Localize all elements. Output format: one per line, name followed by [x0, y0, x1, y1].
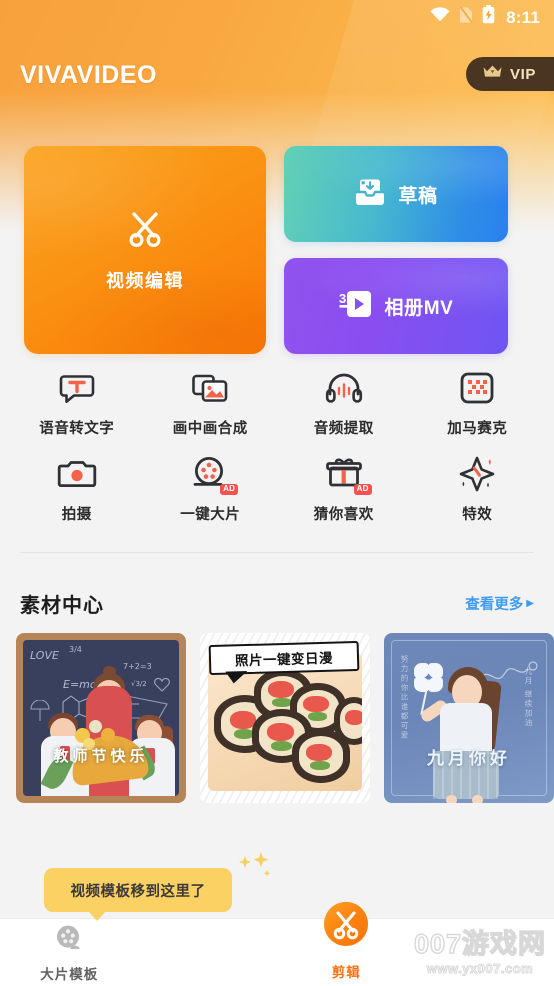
- material-card-caption: 照片一键变日漫: [234, 650, 334, 669]
- chalk-text: 3/4: [69, 645, 82, 654]
- feature-mosaic[interactable]: 加马赛克: [411, 368, 545, 438]
- chalk-text: 7+2=3: [123, 662, 152, 671]
- ad-badge: AD: [353, 484, 372, 495]
- feature-label: 特效: [462, 507, 493, 523]
- nav-label: 大片模板: [40, 966, 99, 982]
- feature-label: 加马赛克: [447, 421, 508, 437]
- film-reel-nav-icon: [54, 923, 84, 958]
- pinwheel-blade: [414, 677, 429, 692]
- video-edit-label: 视频编辑: [106, 271, 184, 291]
- scissors-icon: [124, 207, 166, 254]
- view-more-link[interactable]: 查看更多 ▶: [465, 593, 534, 614]
- app-title: VIVAVIDEO: [20, 60, 157, 89]
- album-mv-card[interactable]: 3 相册MV: [284, 258, 508, 354]
- anime-banner: 照片一键变日漫: [208, 640, 360, 676]
- feature-guess-you-like[interactable]: AD 猜你喜欢: [277, 454, 411, 524]
- pinwheel-blade: [428, 677, 443, 692]
- draft-tray-icon: [354, 176, 386, 213]
- wifi-icon: [430, 7, 450, 27]
- material-card-caption: 教师节快乐: [53, 748, 149, 765]
- sushi-roll: [334, 697, 362, 745]
- feature-effects[interactable]: 特效: [411, 454, 545, 524]
- tooltip-text: 视频模板移到这里了: [70, 883, 206, 900]
- nav-label: 剪辑: [331, 964, 361, 980]
- material-center-title: 素材中心: [20, 594, 104, 617]
- view-more-label: 查看更多: [465, 596, 524, 613]
- pinwheel-blade: [414, 663, 429, 678]
- material-card-anime-photo[interactable]: 照片一键变日漫: [200, 633, 370, 803]
- scissors-nav-icon: [323, 901, 369, 952]
- feature-audio-extract[interactable]: 音频提取: [277, 368, 411, 438]
- material-cards-row: LOVE 3/4 7+2=3 E=mc² √3/2 教师节快乐 照片一键变日漫 …: [0, 633, 554, 805]
- status-time: 8:11: [506, 7, 540, 27]
- tooltip-video-template-moved[interactable]: 视频模板移到这里了: [44, 868, 232, 921]
- material-center-header: 素材中心 查看更多 ▶: [0, 585, 554, 621]
- section-divider: [20, 552, 534, 553]
- chalk-text: √3/2: [131, 680, 147, 688]
- status-bar: 8:11: [0, 0, 554, 34]
- chalk-text: LOVE: [30, 649, 59, 662]
- bottom-navigation-bar: 大片模板 剪辑: [0, 901, 554, 986]
- sim-card-off-icon: [459, 6, 473, 29]
- sparkle-icon: [239, 852, 271, 877]
- draft-card[interactable]: 草稿: [284, 146, 508, 242]
- mosaic-icon: [457, 368, 497, 408]
- speech-to-text-icon: [57, 368, 97, 408]
- girl-leg: [446, 795, 457, 803]
- feature-label: 语音转文字: [39, 421, 115, 437]
- sparkle-effects-icon: [457, 454, 497, 494]
- side-text-left: 努力的你比谁都可爱: [400, 655, 409, 741]
- film-reel-icon: AD: [190, 454, 239, 495]
- nav-item-templates[interactable]: 大片模板: [0, 923, 139, 983]
- feature-label: 拍摄: [61, 507, 92, 523]
- girl-leg: [472, 795, 483, 803]
- material-card-teachers-day[interactable]: LOVE 3/4 7+2=3 E=mc² √3/2 教师节快乐: [16, 633, 186, 803]
- svg-text:3: 3: [339, 291, 346, 306]
- picture-in-picture-icon: [190, 368, 230, 408]
- album-mv-label: 相册MV: [384, 297, 454, 319]
- app-root: 8:11 VIVAVIDEO VIP 视频编辑 草稿 3 相册MV 语音转文字 …: [0, 0, 554, 986]
- blackboard-surface: LOVE 3/4 7+2=3 E=mc² √3/2 教师节快乐: [23, 640, 179, 796]
- headphones-audio-icon: [324, 368, 364, 408]
- video-edit-card[interactable]: 视频编辑: [24, 146, 266, 354]
- vip-button[interactable]: VIP: [466, 57, 554, 91]
- app-bar: VIVAVIDEO VIP: [0, 52, 554, 98]
- feature-label: 猜你喜欢: [313, 507, 374, 523]
- camera-icon: [57, 454, 97, 494]
- vip-label: VIP: [510, 65, 536, 83]
- feature-grid: 语音转文字 画中画合成 音频提取 加马赛克 拍摄 AD 一键大片 AD 猜你喜欢…: [0, 368, 554, 524]
- gift-icon: AD: [324, 454, 372, 495]
- feature-label: 音频提取: [313, 421, 374, 437]
- right-cards-column: 草稿 3 相册MV: [284, 146, 508, 354]
- battery-charging-icon: [482, 5, 495, 29]
- card-decoration: [284, 146, 508, 242]
- bouquet-flower: [101, 728, 115, 742]
- material-card-september[interactable]: 努力的你比谁都可爱 九月 继续加油 九月你好: [384, 633, 554, 803]
- chalk-heart-doodle: [154, 677, 170, 692]
- ad-badge: AD: [220, 484, 239, 495]
- feature-speech-to-text[interactable]: 语音转文字: [10, 368, 144, 438]
- 3d-video-icon: 3: [339, 289, 373, 324]
- feature-camera[interactable]: 拍摄: [10, 454, 144, 524]
- feature-label: 一键大片: [180, 507, 241, 523]
- pinwheel-blade: [428, 663, 443, 678]
- crown-icon: [482, 64, 503, 84]
- chevron-right-icon: ▶: [526, 597, 534, 609]
- main-action-cards: 视频编辑 草稿 3 相册MV: [0, 146, 554, 354]
- material-card-caption: 九月你好: [427, 749, 511, 768]
- feature-picture-in-picture[interactable]: 画中画合成: [144, 368, 278, 438]
- draft-label: 草稿: [398, 185, 438, 207]
- feature-label: 画中画合成: [172, 421, 248, 437]
- nav-item-edit[interactable]: 剪辑: [277, 901, 416, 986]
- bouquet-flower: [89, 720, 102, 733]
- feature-one-tap-movie[interactable]: AD 一键大片: [144, 454, 278, 524]
